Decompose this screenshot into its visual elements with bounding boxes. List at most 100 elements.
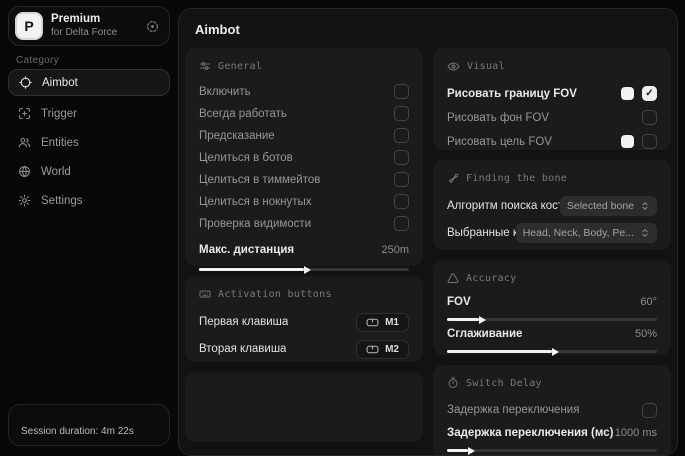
checkbox[interactable]: ✓ (394, 194, 409, 209)
globe-icon (18, 165, 31, 178)
users-icon (18, 136, 31, 149)
slider-track[interactable] (447, 350, 657, 353)
sidebar-menu: Aimbot Trigger Entities (8, 69, 170, 216)
accuracy-card: Accuracy FOV 60° Сглаживание 50% (433, 260, 671, 355)
brand-logo: P (15, 12, 43, 40)
accuracy-header: Accuracy (447, 272, 657, 284)
category-label: Category (16, 55, 59, 66)
visual-row: Рисовать фон FOV ✓ (447, 106, 657, 129)
checkbox[interactable]: ✓ (394, 106, 409, 121)
brand-subtitle: for Delta Force (51, 27, 138, 39)
visual-row: Рисовать границу FOV ✓ (447, 82, 657, 105)
checkbox[interactable]: ✓ (394, 172, 409, 187)
gear-icon (18, 194, 31, 207)
sidebar: P Premium for Delta Force Category Aimbo… (0, 0, 178, 449)
keybind-row: Вторая клавиша M2 (199, 336, 409, 362)
toggle-row: Всегда работать ✓ (199, 103, 409, 124)
max-distance-slider: Макс. дистанция 250m (199, 240, 409, 271)
triangle-icon (447, 272, 459, 284)
slider-track[interactable] (199, 268, 409, 271)
switch-delay-toggle-row: Задержка переключения ✓ (447, 398, 657, 422)
bone-icon (447, 172, 459, 184)
selected-bones-select[interactable]: Head, Neck, Body, Pe... (516, 223, 657, 243)
mouse-icon (366, 344, 379, 355)
session-duration-box: Session duration: 4m 22s (8, 404, 170, 446)
sync-icon[interactable] (146, 20, 159, 33)
checkbox[interactable]: ✓ (394, 216, 409, 231)
session-duration-text: Session duration: 4m 22s (21, 426, 134, 437)
bone-algorithm-row: Алгоритм поиска кост Selected bone (447, 193, 657, 219)
trigger-icon (18, 107, 31, 120)
sidebar-item-world[interactable]: World (8, 158, 170, 185)
timer-icon (447, 377, 459, 389)
sidebar-item-entities[interactable]: Entities (8, 129, 170, 156)
checkbox[interactable]: ✓ (394, 150, 409, 165)
visual-card: Visual Рисовать границу FOV ✓ Рисовать ф… (433, 48, 671, 150)
slider-label: Макс. дистанция (199, 244, 294, 256)
switch-delay-slider: Задержка переключения (мс) 1000 ms (447, 424, 657, 452)
toggle-row: Целиться в нокнутых ✓ (199, 191, 409, 212)
slider-value: 250m (381, 244, 409, 256)
slider-fill (447, 318, 479, 321)
toggle-row: Включить ✓ (199, 81, 409, 102)
finding-bone-card: Finding the bone Алгоритм поиска кост Se… (433, 160, 671, 250)
sidebar-item-label: Aimbot (42, 77, 78, 89)
slider-value: 50% (635, 328, 657, 340)
sidebar-item-label: Entities (41, 137, 79, 149)
activation-header: Activation buttons (199, 288, 409, 300)
slider-track[interactable] (447, 318, 657, 321)
bone-algorithm-select[interactable]: Selected bone (560, 196, 657, 216)
visual-header: Visual (447, 60, 657, 73)
brand-text: Premium for Delta Force (51, 13, 138, 39)
visual-row: Рисовать цель FOV ✓ (447, 130, 657, 153)
switch-delay-card: Switch Delay Задержка переключения ✓ Зад… (433, 365, 671, 456)
checkbox[interactable]: ✓ (642, 86, 657, 101)
slider-fill (447, 350, 552, 353)
slider-label: Задержка переключения (мс) (447, 427, 613, 439)
keybind-row: Первая клавиша M1 (199, 309, 409, 335)
keybind-button-m1[interactable]: M1 (356, 313, 409, 332)
slider-fill (447, 449, 468, 452)
checkbox[interactable]: ✓ (642, 134, 657, 149)
color-swatch[interactable] (621, 135, 634, 148)
toggle-row: Проверка видимости ✓ (199, 213, 409, 234)
main-panel: Aimbot General Включить ✓ Всегда работат… (178, 8, 678, 456)
slider-value: 1000 ms (615, 427, 657, 439)
brand-card: P Premium for Delta Force (8, 6, 170, 46)
toggle-row: Предсказание ✓ (199, 125, 409, 146)
checkbox[interactable]: ✓ (642, 403, 657, 418)
smoothing-slider: Сглаживание 50% (447, 325, 657, 353)
bone-header: Finding the bone (447, 172, 657, 184)
sidebar-item-label: World (41, 166, 71, 178)
unfold-icon (640, 201, 650, 211)
eye-icon (447, 60, 460, 73)
general-card: General Включить ✓ Всегда работать ✓ Пре… (185, 48, 423, 266)
color-swatch[interactable] (621, 87, 634, 100)
sidebar-item-settings[interactable]: Settings (8, 187, 170, 214)
toggle-row: Целиться в тиммейтов ✓ (199, 169, 409, 190)
checkbox[interactable]: ✓ (394, 84, 409, 99)
page-title: Aimbot (179, 9, 677, 48)
switch-delay-header: Switch Delay (447, 377, 657, 389)
brand-title: Premium (51, 13, 138, 27)
sliders-icon (199, 60, 211, 72)
sidebar-item-trigger[interactable]: Trigger (8, 100, 170, 127)
unfold-icon (640, 228, 650, 238)
slider-label: FOV (447, 296, 471, 308)
keyboard-icon (199, 288, 211, 300)
sidebar-item-aimbot[interactable]: Aimbot (8, 69, 170, 96)
checkbox[interactable]: ✓ (642, 110, 657, 125)
slider-track[interactable] (447, 449, 657, 452)
left-column: General Включить ✓ Всегда работать ✓ Пре… (185, 48, 423, 456)
activation-buttons-card: Activation buttons Первая клавиша M1 Вто… (185, 276, 423, 362)
slider-fill (199, 268, 304, 271)
mouse-icon (366, 317, 379, 328)
empty-card (185, 372, 423, 442)
keybind-button-m2[interactable]: M2 (356, 340, 409, 359)
right-column: Visual Рисовать границу FOV ✓ Рисовать ф… (433, 48, 671, 456)
checkbox[interactable]: ✓ (394, 128, 409, 143)
toggle-row: Целиться в ботов ✓ (199, 147, 409, 168)
sidebar-item-label: Settings (41, 195, 83, 207)
fov-slider: FOV 60° (447, 293, 657, 321)
slider-value: 60° (640, 296, 657, 308)
